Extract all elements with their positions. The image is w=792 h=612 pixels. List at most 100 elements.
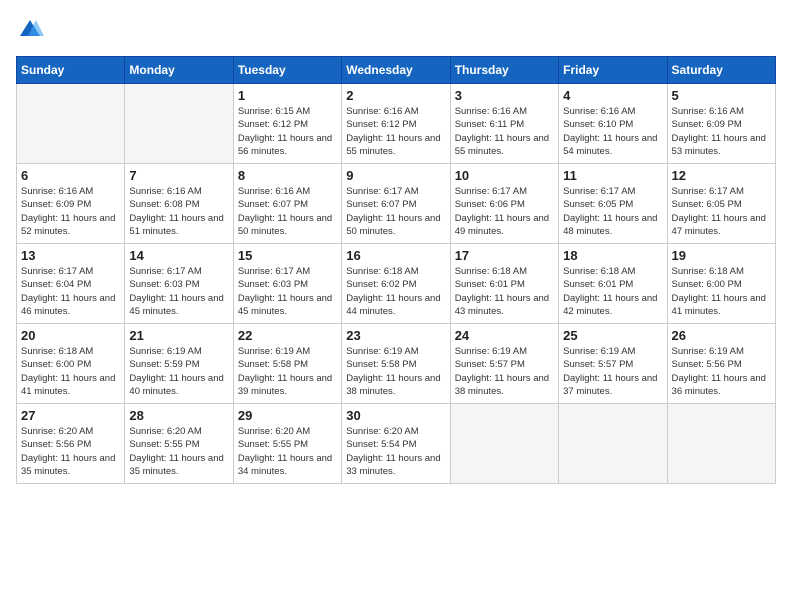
calendar-cell: 12 Sunrise: 6:17 AM Sunset: 6:05 PM Dayli… bbox=[667, 164, 775, 244]
day-number: 23 bbox=[346, 328, 445, 343]
day-number: 26 bbox=[672, 328, 771, 343]
calendar-week-4: 20Sunrise: 6:18 AM Sunset: 6:00 PM Dayli… bbox=[17, 324, 776, 404]
calendar-cell: 9Sunrise: 6:17 AM Sunset: 6:07 PM Daylig… bbox=[342, 164, 450, 244]
day-info: Sunrise: 6:18 AM Sunset: 6:01 PM Dayligh… bbox=[563, 265, 662, 318]
day-info: Sunrise: 6:19 AM Sunset: 5:57 PM Dayligh… bbox=[563, 345, 662, 398]
day-number: 14 bbox=[129, 248, 228, 263]
calendar-week-3: 13 Sunrise: 6:17 AM Sunset: 6:04 PM Dayli… bbox=[17, 244, 776, 324]
calendar-header-monday: Monday bbox=[125, 57, 233, 84]
day-number: 13 bbox=[21, 248, 120, 263]
day-info: Sunrise: 6:17 AM Sunset: 6:03 PM Dayligh… bbox=[238, 265, 337, 318]
day-info: Sunrise: 6:20 AM Sunset: 5:54 PM Dayligh… bbox=[346, 425, 445, 478]
day-number: 21 bbox=[129, 328, 228, 343]
day-number: 10 bbox=[455, 168, 554, 183]
calendar-cell bbox=[17, 84, 125, 164]
day-info: Sunrise: 6:19 AM Sunset: 5:58 PM Dayligh… bbox=[238, 345, 337, 398]
calendar-cell: 14 Sunrise: 6:17 AM Sunset: 6:03 PM Dayli… bbox=[125, 244, 233, 324]
day-number: 20 bbox=[21, 328, 120, 343]
day-number: 27 bbox=[21, 408, 120, 423]
day-info: Sunrise: 6:16 AM Sunset: 6:09 PM Dayligh… bbox=[21, 185, 120, 238]
calendar-cell: 29 Sunrise: 6:20 AM Sunset: 5:55 PM Dayli… bbox=[233, 404, 341, 484]
calendar-week-5: 27 Sunrise: 6:20 AM Sunset: 5:56 PM Dayli… bbox=[17, 404, 776, 484]
calendar-cell bbox=[667, 404, 775, 484]
day-number: 29 bbox=[238, 408, 337, 423]
calendar-cell: 27 Sunrise: 6:20 AM Sunset: 5:56 PM Dayli… bbox=[17, 404, 125, 484]
day-number: 18 bbox=[563, 248, 662, 263]
calendar-cell: 25 Sunrise: 6:19 AM Sunset: 5:57 PM Dayli… bbox=[559, 324, 667, 404]
calendar-cell bbox=[559, 404, 667, 484]
calendar-cell: 17 Sunrise: 6:18 AM Sunset: 6:01 PM Dayli… bbox=[450, 244, 558, 324]
day-number: 11 bbox=[563, 168, 662, 183]
calendar-cell: 4 Sunrise: 6:16 AM Sunset: 6:10 PM Daylig… bbox=[559, 84, 667, 164]
calendar-cell: 13 Sunrise: 6:17 AM Sunset: 6:04 PM Dayli… bbox=[17, 244, 125, 324]
day-info: Sunrise: 6:20 AM Sunset: 5:56 PM Dayligh… bbox=[21, 425, 120, 478]
calendar-week-2: 6 Sunrise: 6:16 AM Sunset: 6:09 PM Daylig… bbox=[17, 164, 776, 244]
day-number: 28 bbox=[129, 408, 228, 423]
day-info: Sunrise: 6:17 AM Sunset: 6:03 PM Dayligh… bbox=[129, 265, 228, 318]
calendar-cell: 18 Sunrise: 6:18 AM Sunset: 6:01 PM Dayli… bbox=[559, 244, 667, 324]
day-info: Sunrise: 6:17 AM Sunset: 6:05 PM Dayligh… bbox=[672, 185, 771, 238]
day-number: 15 bbox=[238, 248, 337, 263]
calendar-header-saturday: Saturday bbox=[667, 57, 775, 84]
calendar-cell: 5 Sunrise: 6:16 AM Sunset: 6:09 PM Daylig… bbox=[667, 84, 775, 164]
calendar-header-sunday: Sunday bbox=[17, 57, 125, 84]
day-info: Sunrise: 6:17 AM Sunset: 6:04 PM Dayligh… bbox=[21, 265, 120, 318]
day-number: 4 bbox=[563, 88, 662, 103]
calendar-header-row: SundayMondayTuesdayWednesdayThursdayFrid… bbox=[17, 57, 776, 84]
calendar-cell: 10 Sunrise: 6:17 AM Sunset: 6:06 PM Dayli… bbox=[450, 164, 558, 244]
day-number: 19 bbox=[672, 248, 771, 263]
day-number: 8 bbox=[238, 168, 337, 183]
page-header bbox=[16, 16, 776, 44]
day-info: Sunrise: 6:19 AM Sunset: 5:56 PM Dayligh… bbox=[672, 345, 771, 398]
calendar-cell: 23 Sunrise: 6:19 AM Sunset: 5:58 PM Dayli… bbox=[342, 324, 450, 404]
day-info: Sunrise: 6:16 AM Sunset: 6:12 PM Dayligh… bbox=[346, 105, 445, 158]
day-info: Sunrise: 6:20 AM Sunset: 5:55 PM Dayligh… bbox=[238, 425, 337, 478]
calendar-cell: 16Sunrise: 6:18 AM Sunset: 6:02 PM Dayli… bbox=[342, 244, 450, 324]
day-info: Sunrise: 6:19 AM Sunset: 5:59 PM Dayligh… bbox=[129, 345, 228, 398]
calendar-cell: 24Sunrise: 6:19 AM Sunset: 5:57 PM Dayli… bbox=[450, 324, 558, 404]
calendar-cell: 11 Sunrise: 6:17 AM Sunset: 6:05 PM Dayli… bbox=[559, 164, 667, 244]
calendar-header-wednesday: Wednesday bbox=[342, 57, 450, 84]
calendar-cell: 26 Sunrise: 6:19 AM Sunset: 5:56 PM Dayli… bbox=[667, 324, 775, 404]
day-number: 7 bbox=[129, 168, 228, 183]
calendar-cell: 20Sunrise: 6:18 AM Sunset: 6:00 PM Dayli… bbox=[17, 324, 125, 404]
calendar-cell bbox=[450, 404, 558, 484]
day-number: 12 bbox=[672, 168, 771, 183]
calendar: SundayMondayTuesdayWednesdayThursdayFrid… bbox=[16, 56, 776, 484]
day-number: 17 bbox=[455, 248, 554, 263]
day-info: Sunrise: 6:18 AM Sunset: 6:00 PM Dayligh… bbox=[672, 265, 771, 318]
calendar-cell: 3 Sunrise: 6:16 AM Sunset: 6:11 PM Daylig… bbox=[450, 84, 558, 164]
day-number: 2 bbox=[346, 88, 445, 103]
day-info: Sunrise: 6:16 AM Sunset: 6:10 PM Dayligh… bbox=[563, 105, 662, 158]
calendar-cell: 30 Sunrise: 6:20 AM Sunset: 5:54 PM Dayli… bbox=[342, 404, 450, 484]
calendar-cell: 1Sunrise: 6:15 AM Sunset: 6:12 PM Daylig… bbox=[233, 84, 341, 164]
calendar-cell: 7Sunrise: 6:16 AM Sunset: 6:08 PM Daylig… bbox=[125, 164, 233, 244]
day-number: 30 bbox=[346, 408, 445, 423]
calendar-cell: 6 Sunrise: 6:16 AM Sunset: 6:09 PM Daylig… bbox=[17, 164, 125, 244]
calendar-cell: 2 Sunrise: 6:16 AM Sunset: 6:12 PM Daylig… bbox=[342, 84, 450, 164]
day-info: Sunrise: 6:17 AM Sunset: 6:05 PM Dayligh… bbox=[563, 185, 662, 238]
day-info: Sunrise: 6:16 AM Sunset: 6:11 PM Dayligh… bbox=[455, 105, 554, 158]
day-info: Sunrise: 6:15 AM Sunset: 6:12 PM Dayligh… bbox=[238, 105, 337, 158]
day-number: 25 bbox=[563, 328, 662, 343]
calendar-week-1: 1Sunrise: 6:15 AM Sunset: 6:12 PM Daylig… bbox=[17, 84, 776, 164]
day-info: Sunrise: 6:17 AM Sunset: 6:07 PM Dayligh… bbox=[346, 185, 445, 238]
calendar-header-thursday: Thursday bbox=[450, 57, 558, 84]
calendar-cell bbox=[125, 84, 233, 164]
day-info: Sunrise: 6:16 AM Sunset: 6:07 PM Dayligh… bbox=[238, 185, 337, 238]
day-number: 22 bbox=[238, 328, 337, 343]
calendar-cell: 28Sunrise: 6:20 AM Sunset: 5:55 PM Dayli… bbox=[125, 404, 233, 484]
day-number: 16 bbox=[346, 248, 445, 263]
calendar-cell: 19 Sunrise: 6:18 AM Sunset: 6:00 PM Dayli… bbox=[667, 244, 775, 324]
day-info: Sunrise: 6:18 AM Sunset: 6:01 PM Dayligh… bbox=[455, 265, 554, 318]
calendar-cell: 8 Sunrise: 6:16 AM Sunset: 6:07 PM Daylig… bbox=[233, 164, 341, 244]
calendar-header-tuesday: Tuesday bbox=[233, 57, 341, 84]
day-info: Sunrise: 6:17 AM Sunset: 6:06 PM Dayligh… bbox=[455, 185, 554, 238]
logo-icon bbox=[16, 16, 44, 44]
day-number: 6 bbox=[21, 168, 120, 183]
day-info: Sunrise: 6:16 AM Sunset: 6:09 PM Dayligh… bbox=[672, 105, 771, 158]
day-info: Sunrise: 6:19 AM Sunset: 5:58 PM Dayligh… bbox=[346, 345, 445, 398]
day-number: 3 bbox=[455, 88, 554, 103]
logo bbox=[16, 16, 48, 44]
day-number: 5 bbox=[672, 88, 771, 103]
